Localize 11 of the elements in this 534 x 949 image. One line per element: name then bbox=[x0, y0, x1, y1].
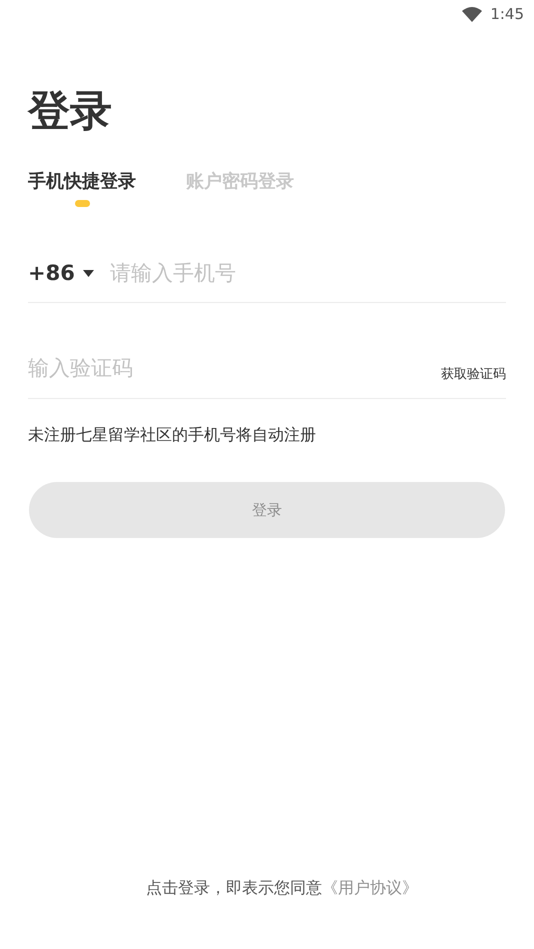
login-tab[interactable]: 手机快捷登录 bbox=[28, 170, 136, 194]
get-code-button[interactable]: 获取验证码 bbox=[441, 364, 506, 384]
page-title: 登录 bbox=[28, 86, 113, 136]
phone-input[interactable]: 请输入手机号 bbox=[110, 258, 506, 290]
wifi-icon bbox=[462, 6, 482, 22]
code-input[interactable]: 输入验证码 bbox=[28, 352, 441, 384]
status-time: 1:45 bbox=[490, 4, 524, 25]
country-code-selector[interactable]: +86 bbox=[28, 258, 94, 290]
agreement-text: 点击登录，即表示您同意 bbox=[146, 877, 322, 899]
hint-text: 未注册七星留学社区的手机号将自动注册 bbox=[28, 424, 317, 446]
caret-icon bbox=[82, 270, 94, 278]
